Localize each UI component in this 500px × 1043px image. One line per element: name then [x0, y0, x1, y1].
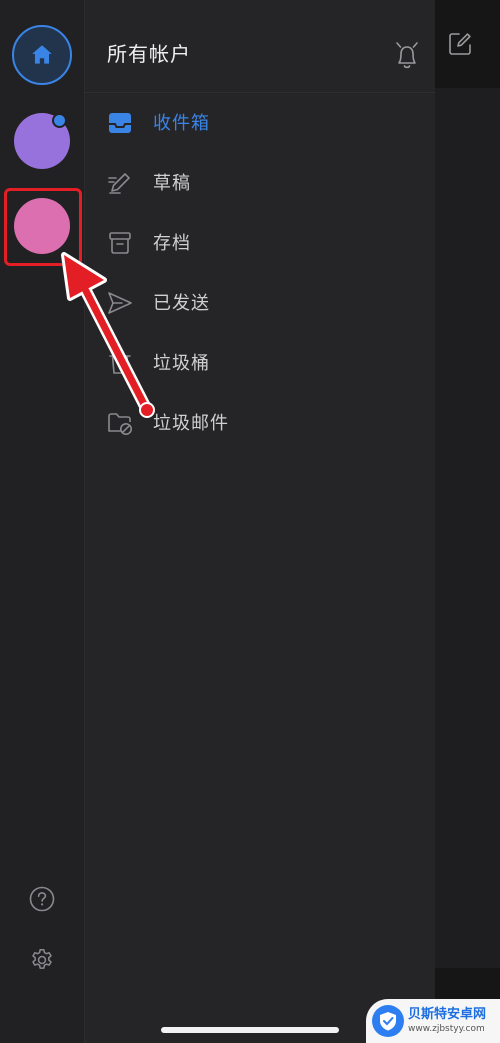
folder-sent[interactable]: 已发送	[85, 275, 435, 331]
folder-archive[interactable]: 存档	[85, 215, 435, 271]
folder-label-junk: 垃圾邮件	[153, 413, 229, 434]
compose-button[interactable]	[446, 30, 474, 58]
bell-icon	[396, 42, 418, 69]
home-icon	[32, 45, 52, 64]
folder-label-trash: 垃圾桶	[153, 353, 210, 374]
unread-indicator-dot	[52, 113, 67, 128]
home-indicator[interactable]	[161, 1027, 339, 1033]
gear-icon	[32, 948, 52, 969]
drawer-divider	[85, 92, 435, 93]
highlight-box	[4, 188, 82, 266]
send-icon	[108, 292, 132, 314]
pencil-icon	[108, 173, 130, 194]
folder-label-drafts: 草稿	[153, 173, 191, 194]
folder-label-sent: 已发送	[153, 293, 210, 314]
trash-icon	[109, 352, 131, 374]
drawer-title: 所有帐户	[107, 42, 191, 66]
junk-folder-icon	[108, 413, 132, 435]
watermark-name: 贝斯特安卓网	[408, 1007, 487, 1022]
folder-label-archive: 存档	[153, 233, 191, 254]
help-icon	[29, 886, 55, 912]
watermark-logo	[372, 1005, 404, 1037]
shield-icon	[380, 1012, 396, 1031]
notification-button[interactable]	[392, 38, 422, 72]
compose-icon	[449, 33, 471, 55]
folder-trash[interactable]: 垃圾桶	[85, 335, 435, 391]
help-button[interactable]	[28, 885, 56, 913]
folder-junk[interactable]: 垃圾邮件	[85, 395, 435, 451]
watermark-url: www.zjbstyy.com	[408, 1024, 485, 1034]
folder-drafts[interactable]: 草稿	[85, 155, 435, 211]
folder-label-inbox: 收件箱	[153, 113, 210, 134]
mail-list-peek	[435, 0, 500, 1043]
all-accounts-button[interactable]	[12, 25, 72, 85]
archive-icon	[109, 232, 131, 254]
inbox-icon	[109, 113, 131, 133]
watermark: 贝斯特安卓网 www.zjbstyy.com	[366, 999, 500, 1043]
settings-button[interactable]	[28, 946, 56, 974]
folder-inbox[interactable]: 收件箱	[85, 95, 435, 151]
